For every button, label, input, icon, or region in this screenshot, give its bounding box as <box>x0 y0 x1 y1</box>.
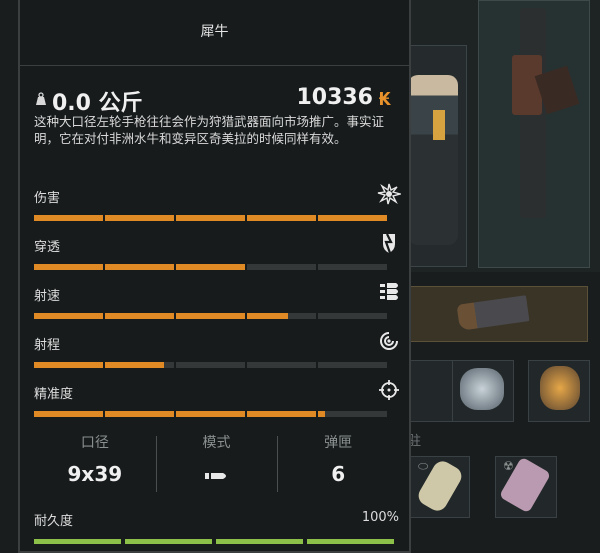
stat-accuracy: 精准度 <box>34 380 399 427</box>
durability-segment <box>216 539 303 544</box>
stat-bar-segment <box>105 264 174 270</box>
stat-bar-fill <box>34 215 103 221</box>
stat-damage: 伤害 <box>34 183 401 231</box>
stat-bar-segment <box>247 411 316 417</box>
pierced-shield-icon <box>383 233 395 254</box>
stat-penetration: 穿透 <box>34 233 399 280</box>
bullets-icon <box>380 283 398 300</box>
artifact-image-1 <box>460 368 504 410</box>
item-tooltip-panel: 犀牛 0.0 公斤 10336 ₭ 这种大口径左轮手枪往往会作为狩猎武器面向市场… <box>18 0 411 553</box>
stat-bar-fill <box>105 411 174 417</box>
stat-bar-segment <box>176 411 245 417</box>
prop-fire-mode: 模式 <box>155 430 278 498</box>
stat-bar-fill <box>176 264 245 270</box>
stat-bar-segment <box>34 215 103 221</box>
stat-bar-fill <box>176 411 245 417</box>
stat-bar-segment <box>176 313 245 319</box>
stat-bar-segment <box>318 215 387 221</box>
stat-bar-segment <box>318 411 387 417</box>
prop-value: 9x39 <box>67 462 123 486</box>
character-accent <box>433 110 445 140</box>
stat-bar <box>34 411 387 417</box>
stat-bar-segment <box>34 411 103 417</box>
stat-bar-segment <box>247 215 316 221</box>
stat-bar-fill <box>105 362 164 368</box>
stat-bar-fill <box>176 313 245 319</box>
stat-bar-fill <box>318 411 325 417</box>
stat-bar-fill <box>318 215 387 221</box>
durability-segment <box>125 539 212 544</box>
stat-bar-segment <box>34 264 103 270</box>
stat-bar-segment <box>318 264 387 270</box>
stat-bar <box>34 313 387 319</box>
stat-bar-segment <box>105 362 174 368</box>
prop-caliber: 口径 9x39 <box>34 430 156 498</box>
stat-bar-segment <box>176 362 245 368</box>
stat-bar-fill <box>247 411 316 417</box>
stat-label: 精准度 <box>34 387 74 402</box>
prop-label: 模式 <box>202 435 231 451</box>
stat-bar-segment <box>176 264 245 270</box>
stat-bar-segment <box>247 264 316 270</box>
durability-bar <box>34 539 394 544</box>
prop-value <box>156 462 278 486</box>
radiation-icon: ☢ <box>503 459 514 473</box>
stat-bar-segment <box>105 411 174 417</box>
currency-icon: ₭ <box>378 89 391 110</box>
durability-segment <box>34 539 121 544</box>
stat-bar-segment <box>247 362 316 368</box>
stat-label: 射速 <box>34 289 61 304</box>
weight-icon <box>36 92 46 105</box>
stat-bar-fill <box>34 264 103 270</box>
stat-bar-segment <box>105 215 174 221</box>
stat-bar-segment <box>105 313 174 319</box>
stat-bar-segment <box>318 313 387 319</box>
stat-bar <box>34 215 387 221</box>
character-model <box>408 75 458 245</box>
stat-bar-fill <box>34 362 103 368</box>
item-price: 10336 <box>296 85 373 110</box>
stat-label: 伤害 <box>34 191 61 206</box>
stat-bar-fill <box>105 215 174 221</box>
stat-bar-segment <box>34 313 103 319</box>
stat-bar-segment <box>176 215 245 221</box>
stat-bar-fill <box>34 411 103 417</box>
stat-bar-segment <box>34 362 103 368</box>
durability-label: 耐久度 <box>34 514 74 529</box>
prop-magazine: 弹匣 6 <box>277 430 399 498</box>
pill-icon: ⬭ <box>418 459 429 473</box>
prop-label: 口径 <box>80 435 109 451</box>
weapon-properties: 口径 9x39 模式 弹匣 6 <box>34 430 399 498</box>
stat-bar <box>34 264 387 270</box>
explosion-icon <box>377 183 401 205</box>
crosshair-icon <box>379 380 399 400</box>
range-arc-icon <box>380 332 398 350</box>
stat-bar-fill <box>34 313 103 319</box>
stat-bar-fill <box>247 215 316 221</box>
stat-bar-fill <box>105 264 174 270</box>
stat-bar-fill <box>176 215 245 221</box>
stat-range: 射程 <box>34 332 399 378</box>
stat-label: 穿透 <box>34 240 61 255</box>
durability-segment <box>307 539 394 544</box>
item-title: 犀牛 <box>20 0 409 66</box>
stat-label: 射程 <box>34 338 61 353</box>
single-fire-icon <box>204 473 226 479</box>
stat-bar <box>34 362 387 368</box>
item-description: 这种大口径左轮手枪往往会作为狩猎武器面向市场推广。事实证明，它在对付非洲水牛和变… <box>34 114 385 146</box>
weight-price-row: 0.0 公斤 10336 ₭ <box>34 84 391 116</box>
stat-bar-segment <box>318 362 387 368</box>
durability-value: 100% <box>361 510 399 525</box>
stat-bar-fill <box>105 313 174 319</box>
artifact-image-2 <box>540 366 580 410</box>
stat-fire-rate: 射速 <box>34 283 399 329</box>
stat-bar-fill <box>247 313 289 319</box>
stat-bar-segment <box>247 313 316 319</box>
prop-label: 弹匣 <box>324 435 353 451</box>
prop-value: 6 <box>331 462 346 486</box>
